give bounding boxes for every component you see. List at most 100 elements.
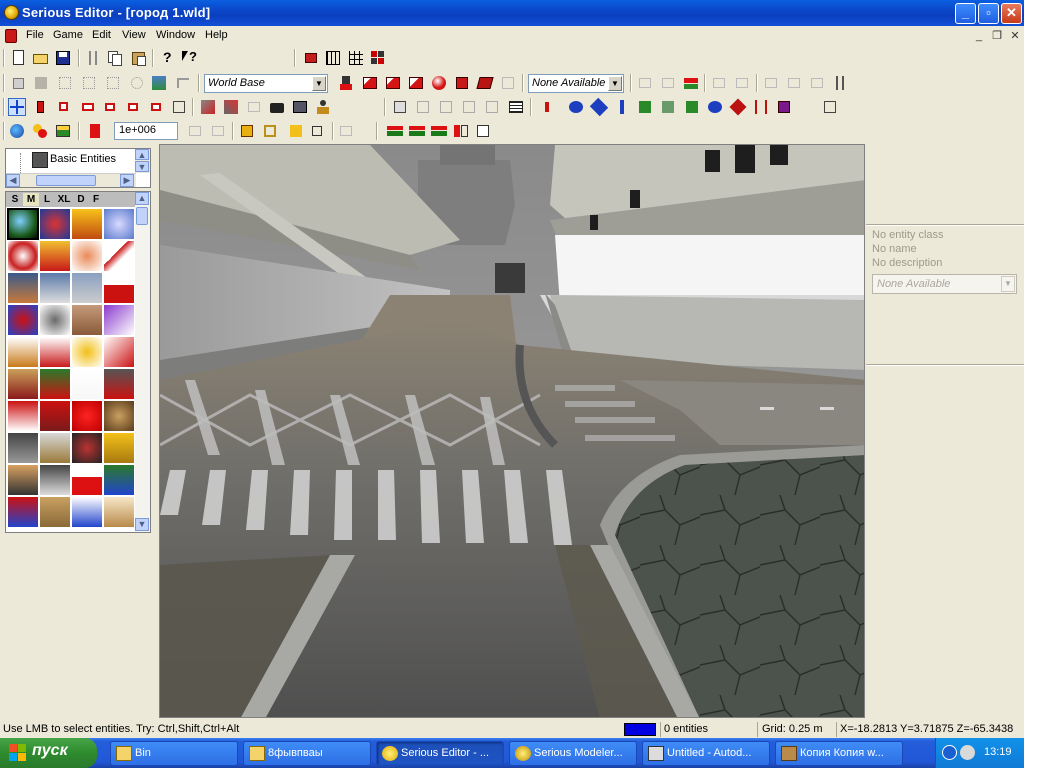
entity-thumbnail[interactable]	[40, 305, 70, 335]
view-1-icon[interactable]	[391, 98, 409, 116]
entity-tree[interactable]: Basic Entities ▲ ▼ ◀ ▶	[5, 148, 151, 188]
rendered-scene[interactable]	[160, 145, 865, 718]
paste-icon[interactable]	[130, 49, 148, 67]
cube-gold-icon[interactable]	[261, 122, 279, 140]
mirror-icon[interactable]	[752, 98, 770, 116]
move-axis-icon[interactable]	[8, 98, 26, 116]
tree-horizontal-scrollbar[interactable]: ◀ ▶	[6, 173, 136, 187]
entity-thumbnail[interactable]	[104, 369, 134, 399]
menu-edit[interactable]: Edit	[92, 29, 111, 41]
entity-thumbnail[interactable]	[104, 273, 134, 303]
menu-help[interactable]: Help	[205, 29, 228, 41]
entity-thumbnail[interactable]	[104, 337, 134, 367]
entity-thumbnail[interactable]	[104, 465, 134, 495]
entity-thumbnail[interactable]	[8, 401, 38, 431]
entity-thumbnail[interactable]	[104, 209, 134, 239]
disabled-11-icon[interactable]	[337, 122, 355, 140]
target-combo[interactable]: None Available ▼	[528, 74, 624, 93]
layer-green-3-icon[interactable]	[430, 122, 448, 140]
entity-thumbnail[interactable]	[72, 433, 102, 463]
title-bar[interactable]: Serious Editor - [город 1.wld] _ ▫ ✕	[0, 0, 1024, 26]
close-button[interactable]: ✕	[1001, 3, 1022, 24]
entity-thumbnail[interactable]	[104, 241, 134, 271]
camera-icon[interactable]	[268, 98, 286, 116]
red-burst-icon[interactable]	[453, 74, 471, 92]
layer-green-2-icon[interactable]	[408, 122, 426, 140]
3d-viewport[interactable]	[159, 144, 865, 718]
task-copy[interactable]: Копия Копия w...	[775, 741, 903, 766]
spheres-icon[interactable]	[31, 122, 49, 140]
view-4-icon[interactable]	[460, 98, 478, 116]
entity-thumbnail[interactable]	[72, 305, 102, 335]
delete-layer-icon[interactable]	[452, 122, 470, 140]
cube-small-icon[interactable]	[309, 122, 327, 140]
entity-mode-icon[interactable]	[338, 74, 356, 92]
split-icon[interactable]	[80, 74, 98, 92]
disabled-4-icon[interactable]	[733, 74, 751, 92]
spark-icon[interactable]	[287, 122, 305, 140]
menu-window[interactable]: Window	[156, 29, 195, 41]
cut-icon[interactable]	[84, 49, 102, 67]
image-icon[interactable]	[291, 98, 309, 116]
disabled-6-icon[interactable]	[785, 74, 803, 92]
view-5-icon[interactable]	[483, 98, 501, 116]
red-arrow-icon[interactable]	[538, 98, 556, 116]
context-help-icon[interactable]: ?	[181, 49, 199, 67]
scroll-down-icon[interactable]: ▼	[135, 161, 149, 172]
task-autodesk[interactable]: Untitled - Autod...	[642, 741, 770, 766]
join-icon[interactable]	[56, 74, 74, 92]
task-folder[interactable]: 8фывпваы	[243, 741, 371, 766]
disabled-2-icon[interactable]	[659, 74, 677, 92]
pliers-icon[interactable]	[729, 98, 747, 116]
grid-icon[interactable]	[347, 49, 365, 67]
scroll-up-icon[interactable]: ▲	[135, 192, 149, 205]
green-tool-2-icon[interactable]	[659, 98, 677, 116]
view-6-icon[interactable]	[507, 98, 525, 116]
scissors-icon[interactable]	[831, 74, 849, 92]
cube-outline-icon[interactable]	[170, 98, 188, 116]
template-icon[interactable]	[174, 74, 192, 92]
disabled-10-icon[interactable]	[209, 122, 227, 140]
texture-2-icon[interactable]	[222, 98, 240, 116]
entity-thumbnail[interactable]	[72, 241, 102, 271]
entity-thumbnail[interactable]	[40, 241, 70, 271]
view-2-icon[interactable]	[414, 98, 432, 116]
menu-game[interactable]: Game	[53, 29, 83, 41]
entity-thumbnail[interactable]	[40, 433, 70, 463]
tray-arrow-icon[interactable]	[942, 745, 957, 760]
film-strip-icon[interactable]	[302, 49, 320, 67]
mdi-minimize-button[interactable]: _	[972, 29, 986, 43]
entity-pick-1-icon[interactable]	[32, 98, 50, 116]
document-icon[interactable]	[5, 29, 17, 43]
entity-thumbnail[interactable]	[104, 401, 134, 431]
anchor-icon[interactable]	[613, 98, 631, 116]
disabled-8-icon[interactable]	[245, 98, 263, 116]
cube-frame-icon[interactable]	[821, 98, 839, 116]
mip-brush-icon[interactable]	[369, 49, 387, 67]
red-terrain-icon[interactable]	[476, 74, 494, 92]
entity-pick-4-icon[interactable]	[101, 98, 119, 116]
layer-green-1-icon[interactable]	[386, 122, 404, 140]
entity-thumbnail[interactable]	[8, 241, 38, 271]
tools-disabled-icon[interactable]	[499, 74, 517, 92]
entity-thumbnail[interactable]	[72, 209, 102, 239]
scroll-up-icon[interactable]: ▲	[135, 149, 149, 160]
red-figure-icon[interactable]	[86, 122, 104, 140]
fx-burst-icon[interactable]	[238, 122, 256, 140]
browser-scrollbar[interactable]: ▲ ▼	[135, 192, 150, 532]
entity-pick-3-icon[interactable]	[79, 98, 97, 116]
layers-icon[interactable]	[682, 74, 700, 92]
entity-thumbnail[interactable]	[8, 337, 38, 367]
disabled-3-icon[interactable]	[710, 74, 728, 92]
landscape-icon[interactable]	[54, 122, 72, 140]
mdi-close-button[interactable]: ✕	[1008, 29, 1022, 43]
entity-thumbnail[interactable]	[40, 337, 70, 367]
sector-icon[interactable]	[128, 74, 146, 92]
red-cube-2-icon[interactable]	[384, 74, 402, 92]
browser-scroll-thumb[interactable]	[136, 207, 148, 225]
disabled-7-icon[interactable]	[808, 74, 826, 92]
primitive-icon[interactable]	[150, 74, 168, 92]
property-combo[interactable]: None Available ▼	[872, 274, 1017, 294]
blue-creature-1-icon[interactable]	[567, 98, 585, 116]
texture-1-icon[interactable]	[199, 98, 217, 116]
